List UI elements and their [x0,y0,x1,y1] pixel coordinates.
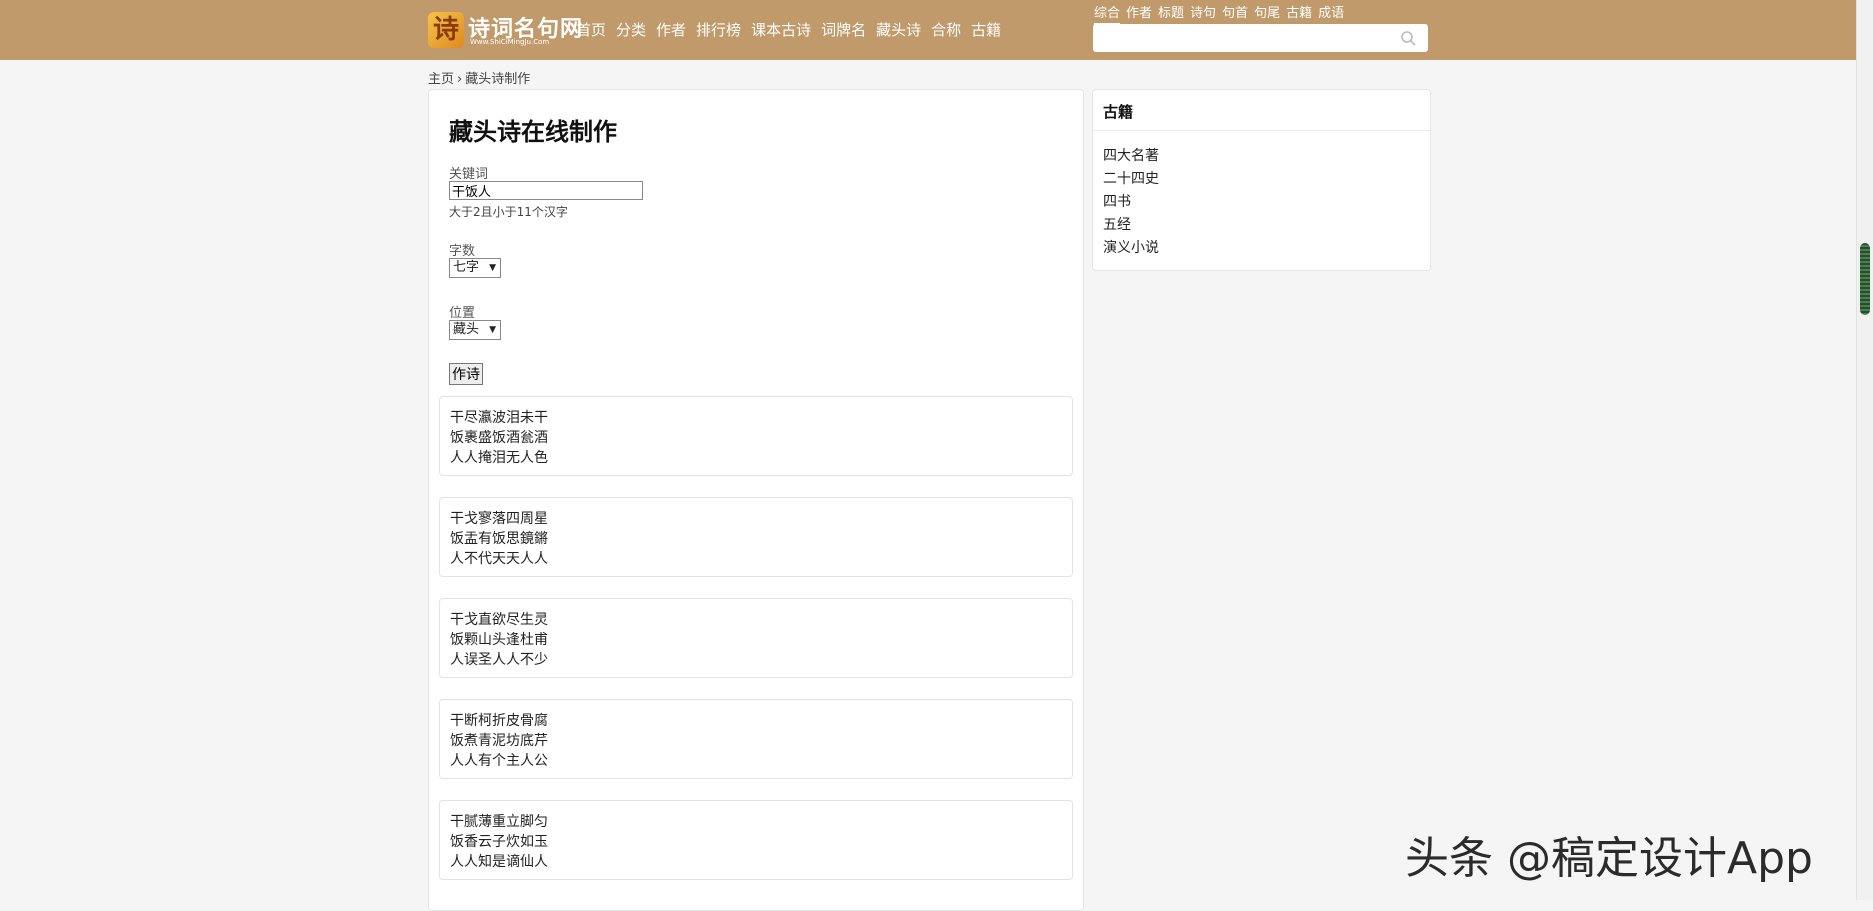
poem-line: 饭煮青泥坊底芹 [450,733,548,749]
position-label: 位置 [449,306,476,321]
logo-icon: 诗 [428,12,464,48]
breadcrumb-home[interactable]: 主页 [428,72,454,87]
poem-line: 人误圣人人不少 [450,652,548,668]
search-tabs: 综合 作者 标题 诗句 句首 句尾 古籍 成语 [1094,2,1350,25]
breadcrumb: 主页 › 藏头诗制作 [428,68,530,87]
char-count-select[interactable]: 七字 ▼ [449,258,501,278]
poem-line: 人人掩泪无人色 [450,450,548,466]
poem-card: 干戈直欲尽生灵 饭颗山头逢杜甫 人误圣人人不少 [439,598,1073,678]
search-icon[interactable] [1400,30,1416,46]
poem-line: 人人知是谪仙人 [450,854,548,870]
search-box [1093,24,1428,52]
position-value: 藏头 [453,322,480,337]
nav-textbook-poems[interactable]: 课本古诗 [751,21,811,39]
breadcrumb-separator-icon: › [457,72,463,87]
sidebar-link-24-histories[interactable]: 二十四史 [1103,168,1159,188]
sidebar-link-historical-novels[interactable]: 演义小说 [1103,237,1159,257]
sidebar-link-four-books[interactable]: 四书 [1103,191,1131,211]
nav-classics[interactable]: 古籍 [971,21,1001,39]
search-input[interactable] [1097,27,1391,49]
acrostic-maker-panel: 藏头诗在线制作 关键词 大于2且小于11个汉字 字数 七字 ▼ 位置 藏头 ▼ … [428,89,1084,911]
search-tab-first-line[interactable]: 句首 [1222,2,1248,23]
poem-card: 干腻薄重立脚匀 饭香云子炊如玉 人人知是谪仙人 [439,800,1073,880]
poem-line: 干腻薄重立脚匀 [450,814,548,830]
search-tab-title[interactable]: 标题 [1158,2,1184,23]
breadcrumb-current: 藏头诗制作 [465,72,531,87]
poem-line: 人人有个主人公 [450,753,548,769]
position-select[interactable]: 藏头 ▼ [449,320,501,340]
logo-url: Www.ShiCiMingJu.Com [470,38,550,46]
poem-line: 干戈直欲尽生灵 [450,612,548,628]
poem-line: 人不代天天人人 [450,551,548,567]
search-tab-all[interactable]: 综合 [1094,2,1121,25]
dropdown-arrow-icon: ▼ [489,325,496,335]
char-count-value: 七字 [453,260,480,275]
nav-heming[interactable]: 合称 [931,21,961,39]
keyword-label: 关键词 [449,167,489,182]
poem-line: 干尽瀛波泪未干 [450,410,548,426]
search-tab-verse[interactable]: 诗句 [1190,2,1216,23]
poem-line: 饭香云子炊如玉 [450,834,548,850]
poem-line: 饭裹盛饭酒瓮酒 [450,430,548,446]
site-logo[interactable]: 诗 诗词名句网 Www.ShiCiMingJu.Com [428,10,582,50]
top-bar: 诗 诗词名句网 Www.ShiCiMingJu.Com 首页 分类 作者 排行榜 课本古… [0,0,1873,60]
keyword-hint: 大于2且小于11个汉字 [449,205,568,219]
keyword-input[interactable] [449,181,643,200]
nav-acrostic[interactable]: 藏头诗 [876,21,921,39]
poem-card: 干尽瀛波泪未干 饭裹盛饭酒瓮酒 人人掩泪无人色 [439,396,1073,476]
nav-cipai[interactable]: 词牌名 [821,21,866,39]
compose-button[interactable]: 作诗 [449,363,483,385]
poem-card: 干断柯折皮骨腐 饭煮青泥坊底芹 人人有个主人公 [439,699,1073,779]
poem-card: 干戈寥落四周星 饭盂有饭思鏡鏘 人不代天天人人 [439,497,1073,577]
sidebar-link-four-classics[interactable]: 四大名著 [1103,145,1159,165]
dropdown-arrow-icon: ▼ [489,263,496,273]
nav-ranking[interactable]: 排行榜 [696,21,741,39]
search-tab-last-line[interactable]: 句尾 [1254,2,1280,23]
search-tab-idiom[interactable]: 成语 [1318,2,1344,23]
sidebar-title: 古籍 [1103,103,1134,121]
nav-author[interactable]: 作者 [656,21,686,39]
nav-category[interactable]: 分类 [616,21,646,39]
poem-line: 干断柯折皮骨腐 [450,713,548,729]
page-scrollbar[interactable] [1856,0,1873,900]
poem-line: 饭颗山头逢杜甫 [450,632,548,648]
poem-line: 饭盂有饭思鏡鏘 [450,531,548,547]
classics-sidebar: 古籍 四大名著 二十四史 四书 五经 演义小说 [1092,89,1431,271]
page-title: 藏头诗在线制作 [449,118,617,146]
main-nav: 首页 分类 作者 排行榜 课本古诗 词牌名 藏头诗 合称 古籍 [576,19,1011,41]
poem-line: 干戈寥落四周星 [450,511,548,527]
sidebar-link-five-classics[interactable]: 五经 [1103,214,1131,234]
search-tab-author[interactable]: 作者 [1126,2,1152,23]
sidebar-header: 古籍 [1093,90,1430,131]
watermark: 头条 @稿定设计App [1405,833,1813,884]
char-count-label: 字数 [449,244,476,259]
nav-home[interactable]: 首页 [576,21,606,39]
scrollbar-thumb[interactable] [1860,243,1870,315]
search-tab-classics[interactable]: 古籍 [1286,2,1312,23]
